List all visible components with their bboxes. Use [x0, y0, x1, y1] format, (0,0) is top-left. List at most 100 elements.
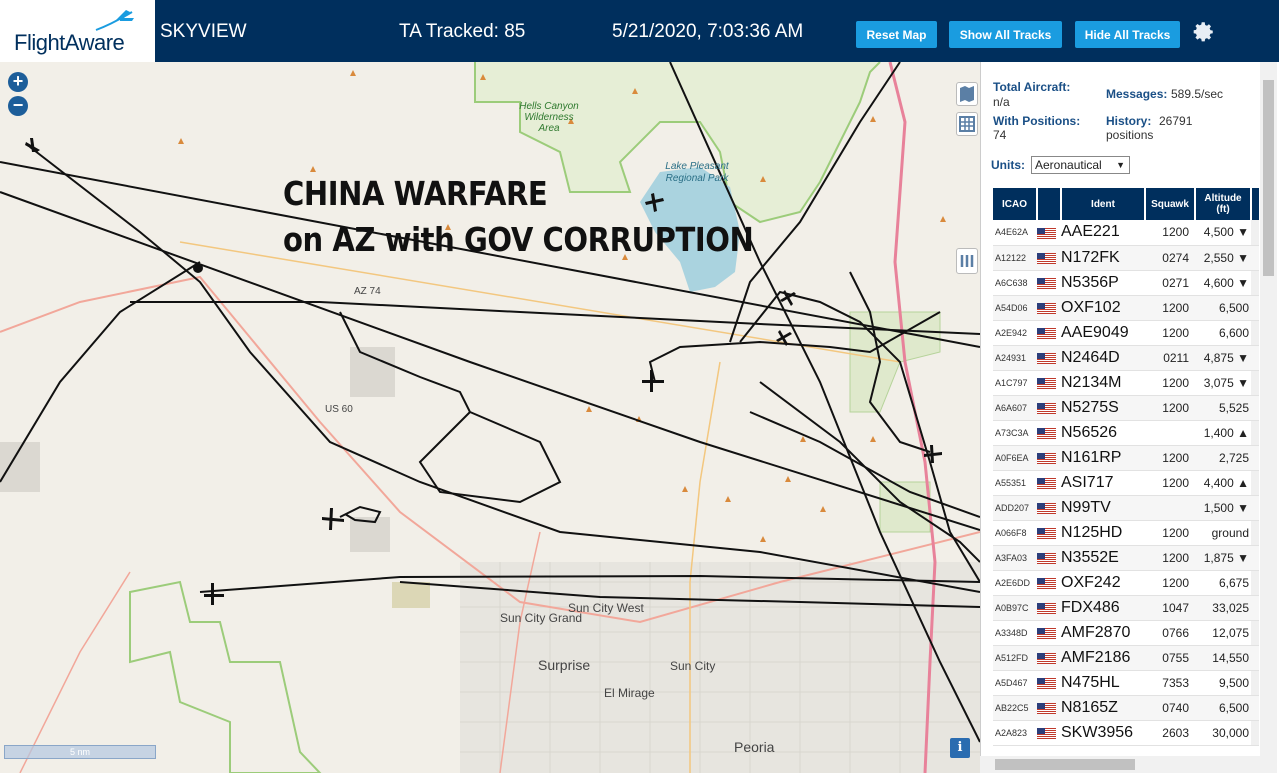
show-all-tracks-button[interactable]: Show All Tracks — [949, 21, 1062, 48]
altitude-header-label: Altitude — [1204, 193, 1242, 204]
table-row[interactable]: A73C3A N56526 1,400 ▲ — [993, 420, 1259, 446]
squawk-cell: 0211 — [1145, 345, 1195, 371]
table-row[interactable]: ADD207 N99TV 1,500 ▼ — [993, 495, 1259, 521]
table-row[interactable]: A4E62A AAE221 1200 4,500 ▼ — [993, 220, 1259, 246]
altitude-cell: 6,500 — [1195, 295, 1251, 321]
table-row[interactable]: A0F6EA N161RP 1200 2,725 — [993, 445, 1259, 471]
table-row[interactable]: A1C797 N2134M 1200 3,075 ▼ — [993, 370, 1259, 396]
altitude-cell: 12,075 — [1195, 620, 1251, 646]
table-row[interactable]: A2E6DD OXF242 1200 6,675 — [993, 570, 1259, 596]
columns-toggle-icon[interactable] — [956, 248, 978, 274]
us-flag-icon — [1037, 227, 1056, 239]
row-edge — [1251, 470, 1259, 496]
ident-cell: OXF102 — [1061, 295, 1145, 321]
icao-cell: A066F8 — [993, 520, 1037, 546]
us-flag-icon — [1037, 402, 1056, 414]
table-row[interactable]: A5D467 N475HL 7353 9,500 — [993, 670, 1259, 696]
ident-cell: N3552E — [1061, 545, 1145, 571]
overlay-headline-line2: on AZ with GOV CORRUPTION — [283, 220, 754, 259]
hide-all-tracks-button[interactable]: Hide All Tracks — [1075, 21, 1180, 48]
ident-cell: AAE9049 — [1061, 320, 1145, 346]
flag-cell — [1037, 270, 1061, 296]
flightaware-logo[interactable]: FlightAware — [0, 0, 155, 62]
table-row[interactable]: A066F8 N125HD 1200 ground — [993, 520, 1259, 546]
column-icao[interactable]: ICAO — [993, 188, 1038, 220]
ident-cell: N5275S — [1061, 395, 1145, 421]
vertical-scroll-thumb[interactable] — [1263, 80, 1274, 276]
table-row[interactable]: A0B97C FDX486 1047 33,025 — [993, 595, 1259, 621]
icao-cell: A3348D — [993, 620, 1037, 646]
flag-cell — [1037, 670, 1061, 696]
table-row[interactable]: A2A823 SKW3956 2603 30,000 — [993, 720, 1259, 746]
table-row[interactable]: A55351 ASI717 1200 4,400 ▲ — [993, 470, 1259, 496]
row-edge — [1251, 270, 1259, 296]
history-value: 26791 — [1159, 114, 1193, 128]
zoom-in-button[interactable]: + — [8, 72, 28, 92]
table-row[interactable]: A512FD AMF2186 0755 14,550 — [993, 645, 1259, 671]
units-selected-value: Aeronautical — [1035, 158, 1102, 172]
us-flag-icon — [1037, 602, 1056, 614]
map-type-icon[interactable] — [956, 82, 978, 106]
flag-cell — [1037, 295, 1061, 321]
squawk-cell: 0755 — [1145, 645, 1195, 671]
squawk-cell: 1200 — [1145, 220, 1195, 246]
table-row[interactable]: A24931 N2464D 0211 4,875 ▼ — [993, 345, 1259, 371]
us-flag-icon — [1037, 477, 1056, 489]
table-row[interactable]: A3348D AMF2870 0766 12,075 — [993, 620, 1259, 646]
squawk-cell: 1200 — [1145, 445, 1195, 471]
us-flag-icon — [1037, 552, 1056, 564]
map-basemap — [0, 62, 980, 773]
aircraft-rows: A4E62A AAE221 1200 4,500 ▼ A12122 N172FK 0274 2… — [993, 220, 1259, 746]
flag-cell — [1037, 345, 1061, 371]
icao-cell: AB22C5 — [993, 695, 1037, 721]
ident-cell: N99TV — [1061, 495, 1145, 521]
row-edge — [1251, 570, 1259, 596]
squawk-cell: 0274 — [1145, 245, 1195, 271]
map-canvas[interactable]: Hells Canyon Wilderness Area Lake Pleasa… — [0, 62, 980, 773]
column-ident[interactable]: Ident — [1061, 188, 1146, 220]
icao-cell: A0B97C — [993, 595, 1037, 621]
table-row[interactable]: A3FA03 N3552E 1200 1,875 ▼ — [993, 545, 1259, 571]
table-row[interactable]: A6A607 N5275S 1200 5,525 — [993, 395, 1259, 421]
flag-cell — [1037, 545, 1061, 571]
grid-icon[interactable] — [956, 112, 978, 136]
icao-cell: A6C638 — [993, 270, 1037, 296]
table-row[interactable]: AB22C5 N8165Z 0740 6,500 — [993, 695, 1259, 721]
icao-cell: A73C3A — [993, 420, 1037, 446]
zoom-out-button[interactable]: − — [8, 96, 28, 116]
top-bar: FlightAware SKYVIEW TA Tracked: 85 5/21/… — [0, 0, 1279, 62]
table-row[interactable]: A54D06 OXF102 1200 6,500 — [993, 295, 1259, 321]
table-row[interactable]: A2E942 AAE9049 1200 6,600 — [993, 320, 1259, 346]
table-row[interactable]: A12122 N172FK 0274 2,550 ▼ — [993, 245, 1259, 271]
altitude-cell: 6,600 — [1195, 320, 1251, 346]
squawk-cell: 1200 — [1145, 370, 1195, 396]
altitude-cell: 9,500 — [1195, 670, 1251, 696]
squawk-cell: 1200 — [1145, 295, 1195, 321]
row-edge — [1251, 445, 1259, 471]
info-icon[interactable]: i — [950, 738, 970, 758]
row-edge — [1251, 245, 1259, 271]
icao-cell: A0F6EA — [993, 445, 1037, 471]
chevron-down-icon: ▼ — [1116, 160, 1125, 170]
icao-cell: A1C797 — [993, 370, 1037, 396]
reset-map-button[interactable]: Reset Map — [856, 21, 937, 48]
row-edge — [1251, 695, 1259, 721]
history-unit: positions — [1106, 128, 1154, 142]
gear-icon[interactable] — [1190, 19, 1216, 45]
flag-cell — [1037, 445, 1061, 471]
squawk-cell — [1145, 420, 1195, 446]
squawk-cell: 1200 — [1145, 520, 1195, 546]
messages-value: 589.5/sec — [1171, 87, 1224, 101]
horizontal-scroll-thumb[interactable] — [995, 759, 1135, 770]
column-altitude[interactable]: Altitude (ft) — [1195, 188, 1252, 220]
icao-cell: A12122 — [993, 245, 1037, 271]
squawk-cell: 2603 — [1145, 720, 1195, 746]
column-squawk[interactable]: Squawk — [1145, 188, 1196, 220]
altitude-cell: 3,075 ▼ — [1195, 370, 1251, 396]
squawk-cell: 7353 — [1145, 670, 1195, 696]
table-row[interactable]: A6C638 N5356P 0271 4,600 ▼ — [993, 270, 1259, 296]
squawk-cell: 1200 — [1145, 570, 1195, 596]
units-select[interactable]: Aeronautical ▼ — [1031, 156, 1130, 174]
altitude-cell: 33,025 — [1195, 595, 1251, 621]
squawk-cell: 1200 — [1145, 470, 1195, 496]
